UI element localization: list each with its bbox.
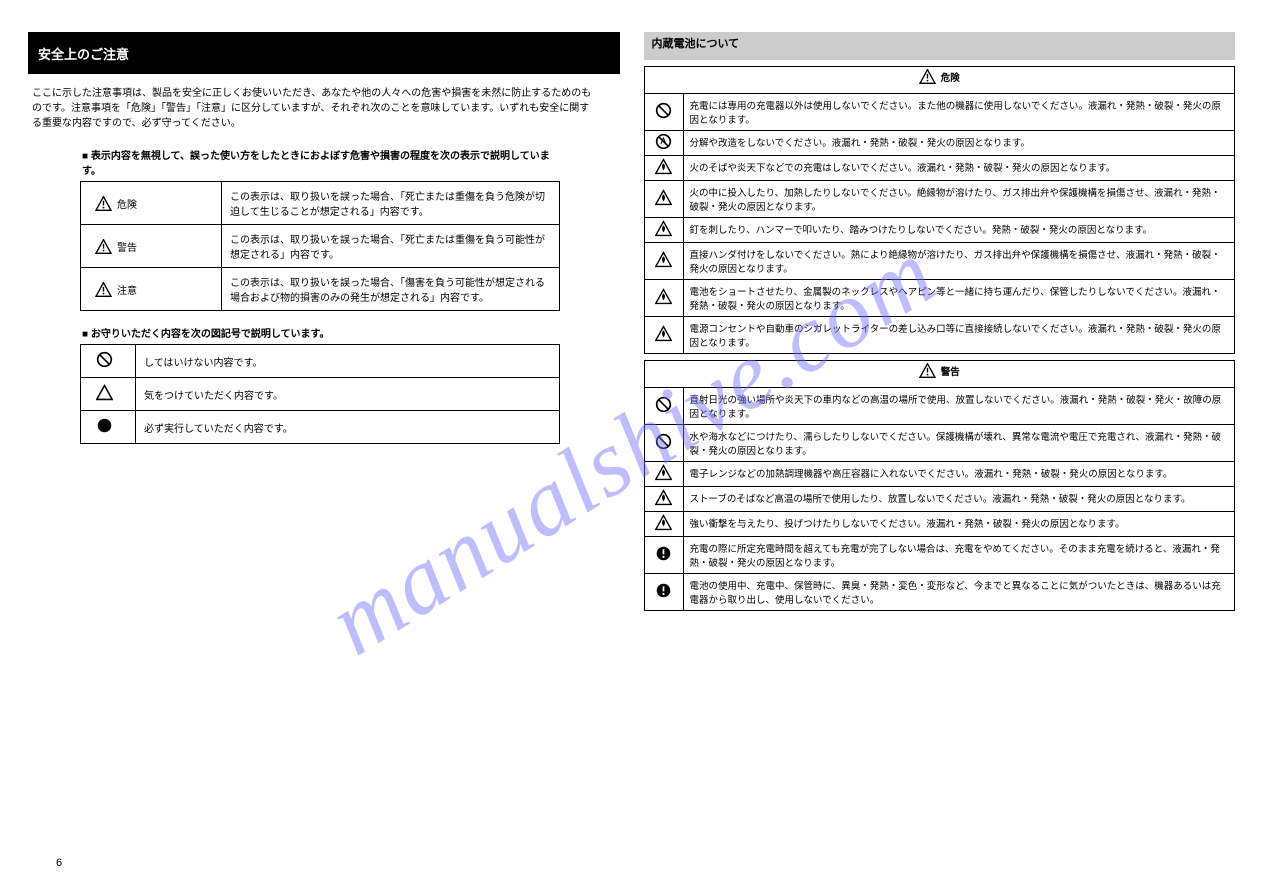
mandatory-cell [81,411,136,444]
alert-triangle-icon [95,239,112,254]
row-icon [644,94,683,131]
mandatory-exclaim-icon [655,582,672,599]
attention-cell [81,378,136,411]
alert-triangle-icon [919,69,936,84]
fire-hazard-icon [655,464,672,481]
mandatory-desc: 必ず実行していただく内容です。 [136,411,560,444]
subsection-bar: 内蔵電池について [644,32,1236,60]
intro-text: ここに示した注意事項は、製品を安全に正しくお使いいただき、あなたや他の人々への危… [28,82,620,145]
attention-desc: 気をつけていただく内容です。 [136,378,560,411]
row-text: 火のそばや炎天下などでの充電はしないでください。液漏れ・発熱・破裂・発火の原因と… [683,156,1235,181]
caution-label: 注意 [117,282,137,297]
page-spread: 安全上のご注意 ここに示した注意事項は、製品を安全に正しくお使いいただき、あなた… [0,0,1263,617]
danger-table: 危険 充電には専用の充電器以外は使用しないでください。また他の機器に使用しないで… [644,66,1236,354]
row-text: ストーブのそばなど高温の場所で使用したり、放置しないでください。液漏れ・発熱・破… [683,487,1235,512]
manual-page: manualshive.com 安全上のご注意 ここに示した注意事項は、製品を安… [0,0,1263,893]
row-text: 電池の使用中、充電中、保管時に、異臭・発熱・変色・変形など、今までと異なることに… [683,574,1235,611]
symbol-explain-1: ■ 表示内容を無視して、誤った使い方をしたときにおよぼす危害や損害の程度を次の表… [80,145,562,181]
row-text: 直接ハンダ付けをしないでください。熱により絶縁物が溶けたり、ガス排出弁や保護機構… [683,243,1235,280]
alert-triangle-icon [919,363,936,378]
prohibit-icon [655,102,672,119]
row-icon [644,218,683,243]
mandatory-icon [96,417,113,434]
row-icon [644,462,683,487]
prohibit-cell [81,345,136,378]
danger-header-text: 危険 [941,70,960,84]
row-text: 強い衝撃を与えたり、投げつけたりしないでください。液漏れ・発熱・破裂・発火の原因… [683,512,1235,537]
caution-desc: この表示は、取り扱いを誤った場合、「傷害を負う可能性が想定される場合および物的損… [222,268,560,311]
left-column: 安全上のご注意 ここに示した注意事項は、製品を安全に正しくお使いいただき、あなた… [28,32,620,617]
row-icon [644,156,683,181]
fire-hazard-icon [655,251,672,268]
prohibit-icon [655,396,672,413]
prohibit-icon [655,433,672,450]
fire-hazard-icon [655,220,672,237]
alert-triangle-icon [95,196,112,211]
row-icon [644,317,683,354]
caution-cell: 注意 [81,268,222,311]
severity-table: 危険 この表示は、取り扱いを誤った場合、「死亡または重傷を負う危険が切迫して生じる… [80,181,560,311]
warning-cell: 警告 [81,225,222,268]
prohibit-desc: してはいけない内容です。 [136,345,560,378]
row-text: 電子レンジなどの加熱調理機器や高圧容器に入れないでください。液漏れ・発熱・破裂・… [683,462,1235,487]
row-text: 充電には専用の充電器以外は使用しないでください。また他の機器に使用しないでくださ… [683,94,1235,131]
row-icon [644,131,683,156]
section-header: 安全上のご注意 [28,32,620,74]
row-text: 充電の際に所定充電時間を超えても充電が完了しない場合は、充電をやめてください。そ… [683,537,1235,574]
right-column: 内蔵電池について 危険 充電には専用の充電器以外は使用しないでください。また他の… [644,32,1236,617]
section-header-text: 安全上のご注意 [38,44,129,63]
caution-triangle-icon [96,384,113,401]
row-text: 直射日光の強い場所や炎天下の車内などの高温の場所で使用、放置しないでください。液… [683,388,1235,425]
row-text: 電源コンセントや自動車のシガレットライターの差し込み口等に直接接続しないでくださ… [683,317,1235,354]
row-icon [644,487,683,512]
row-text: 釘を刺したり、ハンマーで叩いたり、踏みつけたりしないでください。発熱・破裂・発火… [683,218,1235,243]
row-text: 分解や改造をしないでください。液漏れ・発熱・破裂・発火の原因となります。 [683,131,1235,156]
row-icon [644,537,683,574]
row-text: 電池をショートさせたり、金属製のネックレスやヘアピン等と一緒に持ち運んだり、保管… [683,280,1235,317]
warning-table: 警告 直射日光の強い場所や炎天下の車内などの高温の場所で使用、放置しないでくださ… [644,360,1236,611]
no-disassembly-icon [655,133,672,150]
alert-triangle-icon [95,282,112,297]
row-icon [644,280,683,317]
warning-desc: この表示は、取り扱いを誤った場合、「死亡または重傷を負う可能性が想定される」内容… [222,225,560,268]
row-icon [644,512,683,537]
prohibit-icon [96,351,113,368]
fire-hazard-icon [655,514,672,531]
warning-label: 警告 [117,239,137,254]
row-icon [644,181,683,218]
warning-header: 警告 [644,361,1235,388]
fire-hazard-icon [655,288,672,305]
fire-hazard-icon [655,489,672,506]
danger-header: 危険 [644,67,1235,94]
fire-hazard-icon [655,325,672,342]
subsection-title: 内蔵電池について [652,38,740,50]
row-text: 水や海水などにつけたり、濡らしたりしないでください。保護機構が壊れ、異常な電流や… [683,425,1235,462]
mandatory-exclaim-icon [655,545,672,562]
row-icon [644,574,683,611]
fire-hazard-icon [655,158,672,175]
symbol-table: してはいけない内容です。 気をつけていただく内容です。 必ず実行していただく内容… [80,344,560,444]
page-number: 6 [56,857,62,869]
row-text: 火の中に投入したり、加熱したりしないでください。絶縁物が溶けたり、ガス排出弁や保… [683,181,1235,218]
danger-cell: 危険 [81,182,222,225]
row-icon [644,425,683,462]
fire-hazard-icon [655,189,672,206]
symbol-explain-2: ■ お守りいただく内容を次の図記号で説明しています。 [80,323,562,344]
row-icon [644,243,683,280]
danger-label: 危険 [117,196,137,211]
row-icon [644,388,683,425]
warning-header-text: 警告 [941,364,960,378]
danger-desc: この表示は、取り扱いを誤った場合、「死亡または重傷を負う危険が切迫して生じること… [222,182,560,225]
